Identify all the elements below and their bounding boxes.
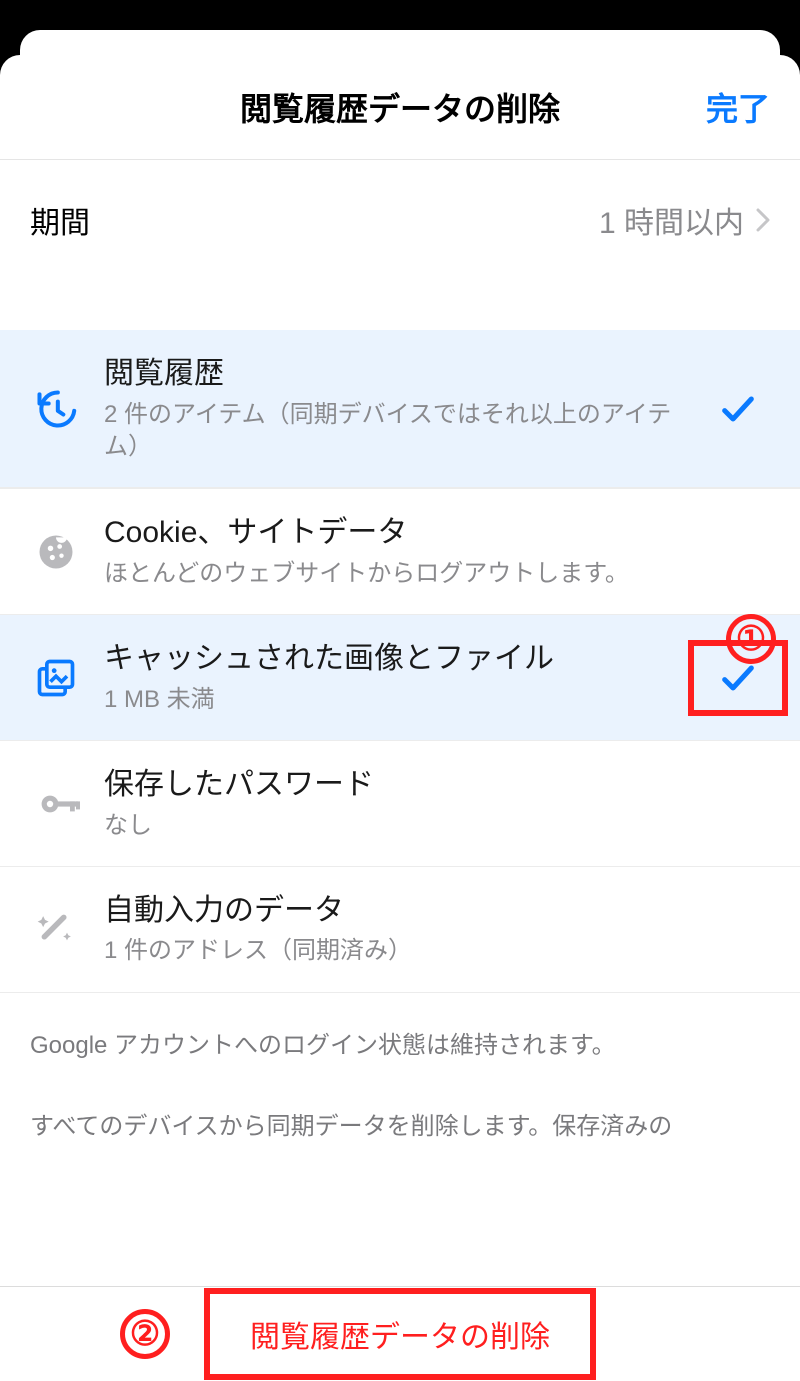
time-range-value-wrap: 1 時間以内 [599, 198, 770, 242]
annotation-callout-2: ② [120, 1309, 170, 1359]
done-button[interactable]: 完了 [706, 55, 770, 159]
footer-note-2: すべてのデバイスから同期データを削除します。保存済みの [0, 1074, 800, 1145]
cookie-icon [34, 530, 104, 574]
item-title: 自動入力のデータ [104, 891, 696, 932]
checkmark-icon [706, 389, 770, 429]
page-title: 閲覧履歴データの削除 [240, 84, 560, 130]
item-title: 保存したパスワード [104, 765, 696, 806]
content-area: 期間 1 時間以内 閲覧履歴 2 件のアイテム（同期デバイスではそれ以上のアイテ… [0, 160, 800, 1286]
image-stack-icon [34, 656, 104, 700]
item-subtitle: 2 件のアイテム（同期デバイスではそれ以上のアイテム） [104, 399, 696, 464]
item-browsing-history[interactable]: 閲覧履歴 2 件のアイテム（同期デバイスではそれ以上のアイテム） [0, 330, 800, 488]
item-title: キャッシュされた画像とファイル [104, 639, 696, 680]
modal-sheet: 閲覧履歴データの削除 完了 期間 1 時間以内 閲覧履歴 2 件のアイテム（同期… [0, 55, 800, 1381]
item-subtitle: なし [104, 810, 696, 842]
delete-browsing-data-button[interactable]: 閲覧履歴データの削除 [204, 1288, 596, 1380]
modal-header: 閲覧履歴データの削除 完了 [0, 55, 800, 160]
item-autofill[interactable]: 自動入力のデータ 1 件のアドレス（同期済み） [0, 867, 800, 993]
wand-icon [34, 907, 104, 951]
time-range-label: 期間 [30, 198, 90, 242]
item-title: Cookie、サイトデータ [104, 513, 696, 554]
time-range-row[interactable]: 期間 1 時間以内 [0, 160, 800, 280]
item-subtitle: 1 件のアドレス（同期済み） [104, 935, 696, 967]
item-title: 閲覧履歴 [104, 354, 696, 395]
key-icon [34, 780, 104, 828]
item-cookies[interactable]: Cookie、サイトデータ ほとんどのウェブサイトからログアウトします。 [0, 488, 800, 615]
item-subtitle: ほとんどのウェブサイトからログアウトします。 [104, 558, 696, 590]
time-range-value: 1 時間以内 [599, 198, 744, 242]
item-cached-images[interactable]: キャッシュされた画像とファイル 1 MB 未満 [0, 615, 800, 741]
history-icon [34, 387, 104, 431]
chevron-right-icon [756, 208, 770, 232]
checkmark-highlighted [706, 658, 770, 698]
item-saved-passwords[interactable]: 保存したパスワード なし [0, 741, 800, 867]
item-subtitle: 1 MB 未満 [104, 684, 696, 716]
footer-note-1: Google アカウントへのログイン状態は維持されます。 [0, 993, 800, 1074]
annotation-callout-1: ① [726, 614, 776, 664]
